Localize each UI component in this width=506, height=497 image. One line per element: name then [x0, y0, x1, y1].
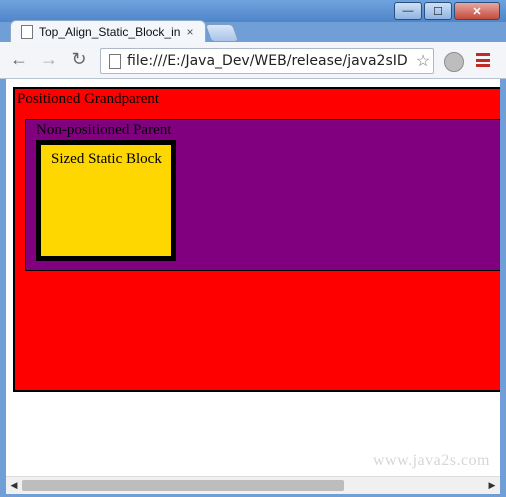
scroll-right-arrow[interactable]: ▶	[484, 477, 500, 494]
sized-static-block: Sized Static Block	[36, 140, 176, 261]
page-icon	[109, 53, 121, 69]
tab-close-icon[interactable]: ×	[183, 25, 197, 39]
tab-strip: Top_Align_Static_Block_in ×	[0, 16, 506, 43]
watermark: www.java2s.com	[372, 452, 490, 469]
new-tab-button[interactable]	[204, 24, 240, 42]
back-button[interactable]: ←	[8, 48, 30, 70]
page-viewport: Positioned Grandparent Non-positioned Pa…	[6, 79, 500, 476]
forward-button[interactable]: →	[38, 48, 60, 70]
grandparent-label: Positioned Grandparent	[17, 91, 160, 107]
non-positioned-parent: Non-positioned Parent Sized Static Block	[25, 119, 500, 271]
tab-title: Top_Align_Static_Block_in	[39, 25, 181, 39]
reload-button[interactable]: ↻	[68, 48, 90, 70]
static-block-label: Sized Static Block	[51, 151, 162, 167]
positioned-grandparent: Positioned Grandparent Non-positioned Pa…	[13, 87, 500, 392]
bookmark-star-icon[interactable]: ☆	[413, 51, 433, 71]
browser-toolbar: ← → ↻ file:///E:/Java_Dev/WEB/release/ja…	[0, 42, 506, 79]
menu-icon[interactable]	[476, 53, 490, 67]
browser-window: — ☐ ✕ Top_Align_Static_Block_in × ← → ↻ …	[0, 0, 506, 497]
address-bar[interactable]: file:///E:/Java_Dev/WEB/release/java2sID…	[100, 48, 434, 74]
horizontal-scrollbar[interactable]: ◀ ▶	[6, 476, 500, 494]
parent-label: Non-positioned Parent	[36, 122, 172, 138]
address-text[interactable]: file:///E:/Java_Dev/WEB/release/java2sID	[127, 53, 413, 69]
scroll-left-arrow[interactable]: ◀	[6, 477, 22, 494]
document-icon	[21, 25, 33, 39]
extension-icon[interactable]	[444, 52, 464, 72]
tab-active[interactable]: Top_Align_Static_Block_in ×	[10, 20, 206, 43]
scroll-thumb[interactable]	[22, 480, 344, 491]
